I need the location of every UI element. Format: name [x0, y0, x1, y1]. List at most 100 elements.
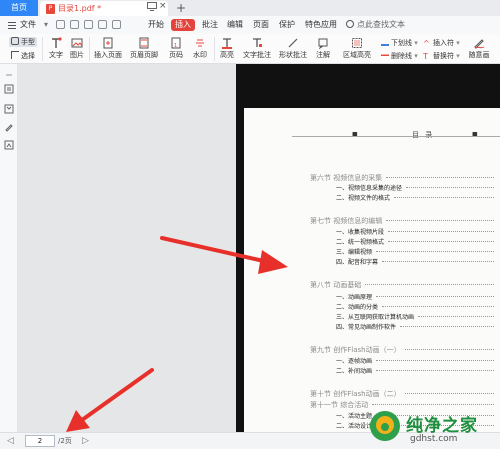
ribbon-toolbar: 手型 选择 文字 图片 插入页面 页眉页脚 1 页码 水印 高亮 文字批注 形状… [0, 34, 500, 64]
bookmark-list-icon[interactable] [4, 104, 14, 114]
menu-featured-apps[interactable]: 特色应用 [305, 16, 337, 34]
collapse-panel-icon[interactable] [4, 70, 14, 80]
pdf-file-icon: P [46, 4, 55, 14]
tab-strip: 首页 P 目录1.pdf * × + [0, 0, 500, 16]
strikethrough-icon [381, 51, 389, 59]
toc-entry: 一、动画原理 [336, 293, 495, 302]
tab-document-label: 目录1.pdf * [58, 4, 102, 13]
toc-leader-dots [376, 370, 495, 371]
toc-leader-dots [382, 306, 495, 307]
insert-image-button[interactable]: 图片 [66, 34, 88, 64]
menu-file[interactable]: 文件 [20, 16, 36, 34]
text-comment-button[interactable]: 文字批注 [240, 34, 274, 64]
watermark-url: gdhst.com [410, 434, 458, 444]
previous-page-icon[interactable]: ◁ [7, 436, 14, 446]
cursor-icon [11, 51, 19, 59]
toc-entry: 四、配音和字幕 [336, 258, 495, 267]
toc-entry: 一、逐帧动画 [336, 357, 495, 366]
toc-leader-dots [388, 241, 495, 242]
toc-leader-dots [404, 349, 494, 350]
toc-section-heading: 第六节 视频信息的采集 [310, 174, 495, 183]
strikethrough-button[interactable]: 删除线 ▾ [381, 51, 418, 61]
attachment-icon[interactable] [4, 140, 14, 150]
toc-section-heading: 第九节 创作Flash动画（一） [310, 346, 494, 355]
watermark-button[interactable]: 水印 [188, 34, 212, 64]
tab-home[interactable]: 首页 [0, 0, 38, 16]
freehand-draw-button[interactable]: 随意画 [462, 34, 496, 64]
select-tool-button[interactable]: 选择 [11, 51, 35, 61]
site-watermark: 纯净之家 gdhst.com [366, 408, 500, 449]
toc-leader-dots [406, 187, 495, 188]
hand-tool-button[interactable]: 手型 [9, 37, 37, 47]
page-number-input[interactable] [25, 435, 55, 447]
menu-start[interactable]: 开始 [148, 16, 164, 34]
toc-entry: 一、视频信息采集的途径 [336, 184, 495, 193]
toc-entry: 三、编辑视频 [336, 248, 495, 257]
toc-entry: 二、统一视频格式 [336, 238, 495, 247]
header-footer-icon [139, 37, 149, 49]
new-tab-plus-icon[interactable]: + [176, 0, 186, 16]
toc-leader-dots [376, 296, 495, 297]
insert-caret-icon: ^ [423, 39, 430, 48]
insert-page-icon [103, 37, 113, 49]
shape-comment-button[interactable]: 形状批注 [276, 34, 310, 64]
insert-page-button[interactable]: 插入页面 [91, 34, 125, 64]
toc-leader-dots [376, 251, 495, 252]
redo-icon[interactable] [112, 20, 121, 29]
area-highlight-icon [352, 38, 362, 48]
menu-comment[interactable]: 批注 [202, 16, 218, 34]
highlight-button[interactable]: 高亮 [216, 34, 238, 64]
toc-entry: 二、视频文件的格式 [336, 194, 495, 203]
underline-icon [381, 38, 389, 46]
left-side-panel [0, 64, 18, 432]
underline-button[interactable]: 下划线 ▾ [381, 38, 418, 48]
toc-leader-dots [382, 261, 495, 262]
search-text-box[interactable]: 点此查找文本 [357, 16, 405, 34]
next-page-icon[interactable]: ▷ [82, 436, 89, 446]
page-total-label: /2页 [58, 437, 72, 445]
toc-leader-dots [418, 316, 495, 317]
watermark-icon [196, 39, 204, 47]
annotation-button[interactable]: 注解 [311, 34, 335, 64]
toc-section-heading: 第十节 创作Flash动画（二） [310, 390, 494, 399]
area-highlight-button[interactable]: 区域高亮 [340, 34, 374, 64]
insert-char-button[interactable]: ^ 插入符 ▾ [423, 38, 460, 48]
text-comment-icon [253, 38, 262, 47]
pen-icon [474, 39, 485, 49]
replace-char-button[interactable]: T 替换符 ▾ [423, 51, 460, 61]
menu-bar: 文件 ▾ 开始 插入 批注 编辑 页面 保护 特色应用 点此查找文本 [0, 16, 500, 34]
open-icon[interactable] [56, 20, 65, 29]
chevron-down-icon[interactable]: ▾ [44, 16, 48, 34]
hand-icon [11, 37, 19, 45]
page-number-icon: 1 [171, 37, 181, 49]
toc-leader-dots [376, 360, 495, 361]
toc-section-heading: 第七节 视频信息的编辑 [310, 217, 495, 226]
monitor-icon[interactable] [147, 2, 157, 11]
toc-entry: 三、从互联网获取计算机动画 [336, 313, 495, 322]
print-icon[interactable] [84, 20, 93, 29]
menu-edit[interactable]: 编辑 [227, 16, 243, 34]
document-page[interactable]: ■ 目 录 ■ 第六节 视频信息的采集 一、视频信息采集的途径 二、视频文件的格式第… [244, 108, 500, 432]
menu-protect[interactable]: 保护 [279, 16, 295, 34]
line-shape-icon [288, 38, 298, 48]
image-icon [71, 38, 83, 48]
undo-icon[interactable] [98, 20, 107, 29]
text-t-icon [52, 37, 62, 48]
menu-insert[interactable]: 插入 [171, 19, 195, 31]
save-icon[interactable] [70, 20, 79, 29]
thumbnail-icon[interactable] [4, 84, 14, 94]
search-icon [346, 20, 354, 28]
annotation-pen-icon[interactable] [4, 122, 14, 132]
toc-leader-dots [388, 231, 495, 232]
watermark-logo-icon [370, 411, 400, 441]
menu-page[interactable]: 页面 [253, 16, 269, 34]
hamburger-menu-icon[interactable] [8, 22, 16, 29]
close-tab-icon[interactable]: × [159, 2, 167, 11]
toc-entry: 一、收集视频片段 [336, 228, 495, 237]
header-footer-button[interactable]: 页眉页脚 [127, 34, 161, 64]
page-number-button[interactable]: 1 页码 [165, 34, 187, 64]
toc-section-heading: 第八节 动画基础 [310, 281, 495, 290]
page-header-title: 目 录 [412, 131, 435, 139]
insert-text-button[interactable]: 文字 [45, 34, 67, 64]
toc-entry: 四、常见动画制作软件 [336, 323, 495, 332]
